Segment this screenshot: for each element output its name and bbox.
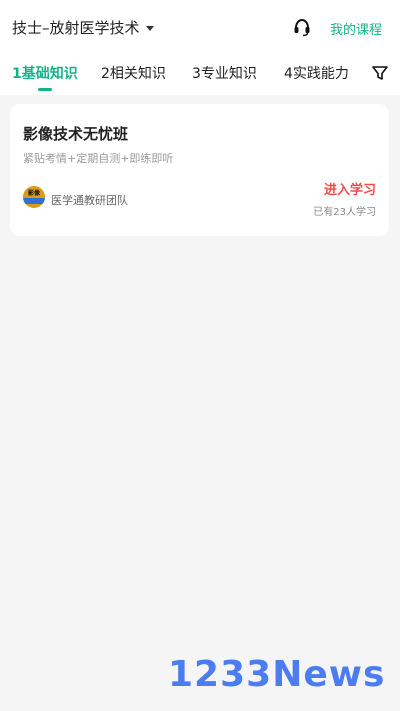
watermark-logo: 1233News [168,654,385,694]
avatar-stripe [23,198,45,204]
my-courses-link[interactable]: 我的课程 [330,19,382,38]
tab-professional-knowledge[interactable]: 3专业知识 [192,63,257,83]
avatar-label: 影像 [27,190,40,197]
active-tab-indicator [38,88,52,91]
enter-study-button[interactable]: 进入学习 [324,179,376,198]
top-bar: 技士–放射医学技术 我的课程 1基础知识 2相关知识 3专业知识 4实践能力 [0,0,400,95]
course-title: 影像技术无忧班 [23,125,129,143]
tab-practical-ability[interactable]: 4实践能力 [284,63,349,83]
tab-related-knowledge[interactable]: 2相关知识 [101,63,166,83]
team-name: 医学通教研团队 [51,194,128,207]
exam-title: 技士–放射医学技术 [12,19,140,37]
watermark-text: 1233News [168,654,385,694]
tab-basic-knowledge[interactable]: 1基础知识 [12,63,78,83]
learner-count: 已有23人学习 [313,207,376,218]
course-card[interactable]: 影像技术无忧班 紧贴考情+定期自测+即练即听 影像 医学通教研团队 进入学习 已… [10,104,389,236]
subject-tabs: 1基础知识 2相关知识 3专业知识 4实践能力 [0,63,400,89]
team-avatar: 影像 [23,186,45,208]
caret-down-icon [145,26,154,31]
exam-selector[interactable]: 技士–放射医学技术 [12,17,154,38]
headset-icon[interactable] [292,17,312,37]
filter-icon[interactable] [371,64,389,82]
course-subtitle: 紧贴考情+定期自测+即练即听 [23,152,174,165]
